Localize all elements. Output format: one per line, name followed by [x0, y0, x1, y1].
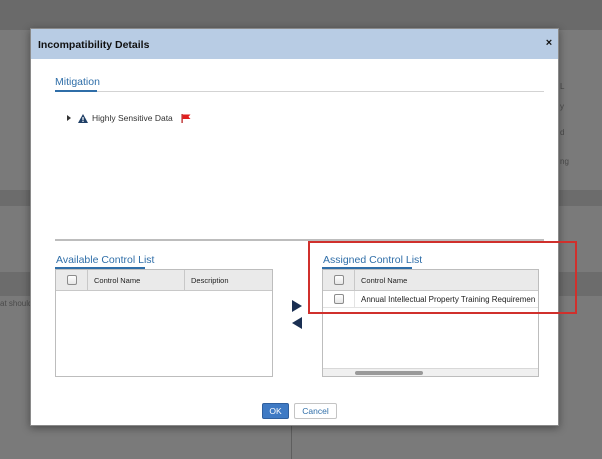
row-control-name: Annual Intellectual Property Training Re…: [361, 294, 536, 304]
red-flag-icon: [181, 113, 191, 123]
table-row[interactable]: Annual Intellectual Property Training Re…: [323, 291, 538, 308]
arrow-left-icon: [292, 317, 302, 329]
section-divider: [55, 239, 544, 241]
dialog-title: Incompatibility Details: [38, 39, 150, 51]
move-left-button[interactable]: [292, 317, 302, 329]
assigned-col-control-name[interactable]: Control Name: [355, 270, 538, 290]
tree-node-label: Highly Sensitive Data: [92, 113, 173, 123]
tree-node-highly-sensitive-data[interactable]: Highly Sensitive Data: [67, 113, 191, 123]
bg-top-band: [0, 0, 602, 30]
warning-icon: [78, 113, 88, 123]
mitigation-underline: [55, 90, 544, 92]
available-grid-header: Control Name Description: [56, 270, 272, 291]
row-select[interactable]: [323, 291, 355, 307]
bg-right-text-2: y: [560, 102, 564, 111]
assigned-control-list-title: Assigned Control List: [323, 254, 423, 266]
bg-left-text: at should: [0, 299, 33, 308]
available-control-list-title: Available Control List: [56, 254, 155, 266]
bg-divider: [291, 426, 292, 459]
ok-button[interactable]: OK: [262, 403, 289, 419]
available-col-description[interactable]: Description: [185, 270, 272, 290]
bg-right-text-3: d: [560, 128, 565, 137]
assigned-grid-header: Control Name: [323, 270, 538, 291]
mitigation-active-indicator: [55, 90, 97, 92]
select-all-checkbox[interactable]: [66, 275, 77, 285]
available-col-control-name[interactable]: Control Name: [88, 270, 185, 290]
cancel-button[interactable]: Cancel: [294, 403, 337, 419]
bg-right-text-4: ng: [560, 157, 569, 166]
tab-mitigation[interactable]: Mitigation: [55, 76, 100, 88]
close-button[interactable]: ×: [544, 36, 554, 50]
row-checkbox[interactable]: [333, 294, 344, 304]
incompatibility-dialog: Incompatibility Details × Mitigation Hig…: [30, 28, 559, 426]
assigned-control-grid: Control Name Annual Intellectual Propert…: [322, 269, 539, 377]
assigned-select-all[interactable]: [323, 270, 355, 290]
expand-caret-icon[interactable]: [67, 115, 71, 121]
scrollbar-thumb[interactable]: [355, 371, 423, 375]
bg-right-text-1: L: [560, 82, 565, 91]
select-all-checkbox[interactable]: [333, 275, 344, 285]
available-control-grid: Control Name Description: [55, 269, 273, 377]
move-right-button[interactable]: [292, 300, 302, 312]
available-select-all[interactable]: [56, 270, 88, 290]
dialog-header: Incompatibility Details ×: [31, 29, 558, 59]
arrow-right-icon: [292, 300, 302, 312]
horizontal-scrollbar[interactable]: [323, 368, 538, 376]
